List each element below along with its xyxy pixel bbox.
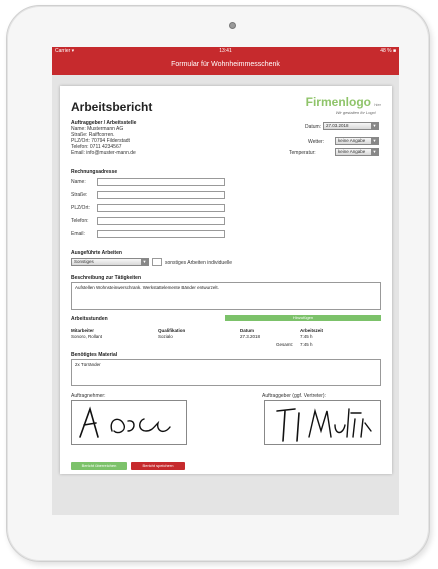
clock: 13:41 [219,48,232,54]
billing-phone-input[interactable] [97,217,225,225]
status-bar: Carrier ▾ 13:41 48 % ■ [52,47,399,55]
report-form: Arbeitsbericht Firmenlogo hier Wir gesta… [60,86,392,474]
chevron-down-icon: ▼ [371,149,378,155]
total-label: Gesamt: [276,342,294,347]
battery-indicator: 48 % ■ [380,48,396,54]
signature-image [79,406,171,438]
billing-name-label: Name: [71,179,86,185]
company-logo: Firmenlogo hier [306,95,381,109]
work-time: 7:45 h [300,334,313,339]
col-employee: Mitarbeiter [71,328,95,333]
material-heading: Benötigtes Material [71,352,118,358]
temperature-select[interactable]: keine Angabe ▼ [335,148,379,156]
employee-name: Sonoro, Rollant [71,334,103,339]
billing-name-input[interactable] [97,178,225,186]
material-textarea[interactable]: 2x Türränder [71,359,381,386]
nav-title-bar: Formular für Wohnheimmesschenk [52,55,399,75]
employee-qualification: Sozialo [158,334,173,339]
signature-image [276,408,372,442]
billing-heading: Rechnungsadresse [71,169,118,175]
billing-zip-label: PLZ/Ort: [71,205,90,211]
billing-street-input[interactable] [97,191,225,199]
add-hours-button[interactable]: Hinzufügen [225,315,381,321]
other-work-checkbox[interactable] [152,258,162,266]
billing-zip-input[interactable] [97,204,225,212]
work-type-select[interactable]: Sonstiges ▼ [71,258,149,266]
other-work-label: sonstiges Arbeiten individuelle [165,260,232,266]
date-field[interactable]: 27.03.2018 ▼ [323,122,379,130]
screen: Carrier ▾ 13:41 48 % ■ Formular für Wohn… [52,47,399,515]
work-date: 27.3.2018 [240,334,261,339]
chevron-down-icon: ▼ [371,138,378,144]
client-signature-pad[interactable] [264,400,381,445]
temperature-label: Temperatur: [289,150,316,156]
logo-suffix: hier [374,102,381,107]
logo-text: Firmenlogo [305,95,371,109]
weather-value: keine Angabe [338,138,366,143]
billing-street-label: Straße: [71,192,88,198]
date-value: 27.03.2018 [326,123,349,128]
report-title: Arbeitsbericht [71,100,153,114]
col-qualification: Qualifikation [158,328,186,333]
description-heading: Beschreibung zur Tätigkeiten [71,275,142,281]
weather-select[interactable]: keine Angabe ▼ [335,137,379,145]
camera-dot [229,22,236,29]
total-value: 7:45 h [300,342,313,347]
work-type-value: Sonstiges [74,259,94,264]
contractor-signature-pad[interactable] [71,400,187,445]
hours-heading: Arbeitsstunden [71,316,108,322]
work-heading: Ausgeführte Arbeiten [71,250,122,256]
col-date: Datum [240,328,255,333]
billing-email-label: Email: [71,231,85,237]
col-worktime: Arbeitszeit [300,328,324,333]
contractor-sign-label: Auftragnehmer: [71,393,106,399]
contractor-block: Auftraggeber / Arbeitsstelle Name: Muste… [71,120,136,156]
temperature-value: keine Angabe [338,149,366,154]
save-report-button[interactable]: Bericht speichern [131,462,185,470]
page-title: Formular für Wohnheimmesschenk [171,61,280,68]
contractor-line: Email: info@muster-mann.de [71,150,136,156]
weather-label: Wetter: [308,139,325,145]
chevron-down-icon: ▼ [141,259,148,265]
chevron-down-icon: ▼ [371,123,378,129]
description-textarea[interactable]: Aufstellen Wohnsteinwerschrank. Werkstat… [71,282,381,310]
logo-slogan: Wir gestalten Ihr Logo! [335,110,376,115]
client-sign-label: Auftraggeber (ggf. Vertreter): [262,393,326,399]
billing-phone-label: Telefon: [71,218,89,224]
date-label: Datum: [305,124,322,130]
billing-email-input[interactable] [97,230,225,238]
send-report-button[interactable]: Bericht überreichen [71,462,127,470]
